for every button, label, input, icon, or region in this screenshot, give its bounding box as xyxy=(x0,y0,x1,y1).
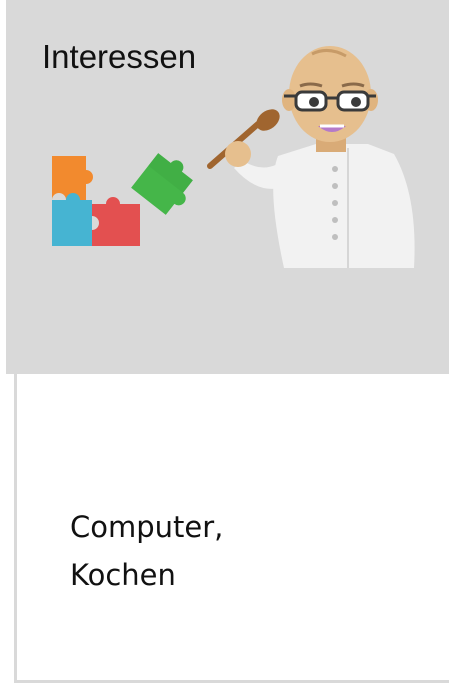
interest-line-cooking: Kochen xyxy=(70,558,176,592)
puzzle-pieces-icon xyxy=(52,153,193,246)
interest-card: Interessen Computer, Kochen xyxy=(0,0,449,683)
card-header-edge xyxy=(6,300,14,374)
card-title: Interessen xyxy=(42,38,197,75)
interest-line-computer: Computer, xyxy=(70,510,224,544)
interests-text: Computer, Kochen xyxy=(70,503,223,599)
chef-with-spoon-illustration xyxy=(207,46,415,268)
